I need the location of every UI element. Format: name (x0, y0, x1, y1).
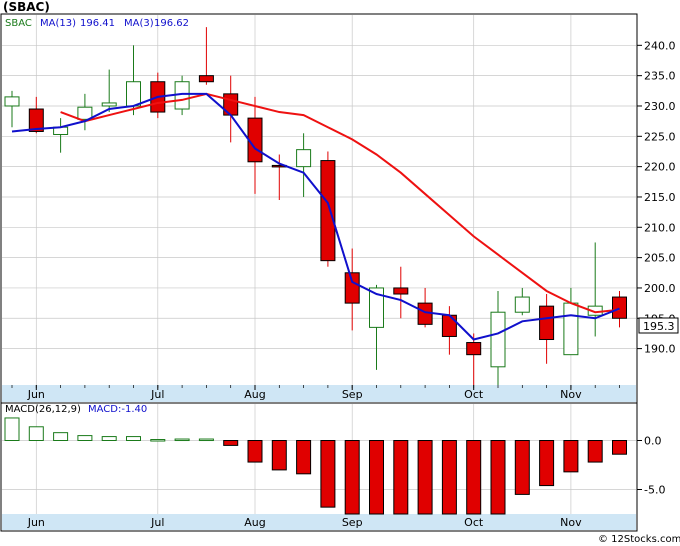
candle (320, 151, 336, 267)
candle-body (247, 117, 263, 163)
macd-ytick-label: -5.0 (644, 484, 665, 497)
macd-bar (53, 432, 69, 442)
price-ytick-label: 210.0 (644, 221, 676, 234)
candle-body (320, 160, 336, 262)
legend-ma13-label: MA(13) (40, 18, 76, 29)
legend-ma3-value: 196.62 (154, 18, 189, 29)
price-ytick-label: 235.0 (644, 70, 676, 83)
macd-bar (4, 417, 20, 441)
macd-bar (198, 438, 214, 442)
price-yaxis: 190.0195.0200.0205.0210.0215.0220.0225.0… (637, 39, 676, 356)
last-price-badge: 195.3 (643, 320, 675, 333)
candle-body (441, 314, 457, 337)
macd-bar (320, 440, 336, 508)
macd-xtick-label: Nov (560, 516, 582, 529)
legend-ma3-label: MA(3) (124, 18, 154, 29)
macd-xtick-label: Aug (244, 516, 265, 529)
price-ytick-label: 225.0 (644, 130, 676, 143)
candle-body (77, 106, 93, 120)
macd-bar (417, 440, 433, 515)
macd-bar (344, 440, 360, 515)
price-ytick-label: 215.0 (644, 191, 676, 204)
macd-yaxis: 0.0 -5.0 (637, 435, 665, 497)
macd-title: MACD(26,12,9) (5, 404, 81, 415)
candle-body (490, 311, 506, 368)
macd-xtick-label: Jul (150, 516, 164, 529)
candle-body (101, 102, 117, 107)
macd-bar (223, 440, 239, 446)
candle-body (344, 272, 360, 304)
macd-bar (101, 436, 117, 441)
candle-body (612, 296, 627, 319)
price-ytick-label: 230.0 (644, 100, 676, 113)
candle-body (563, 302, 579, 356)
macd-xtick-label: Sep (342, 516, 363, 529)
candle-body (539, 305, 555, 341)
candle-body (393, 287, 409, 295)
candle-body (466, 342, 482, 356)
macd-bar (296, 440, 312, 475)
macd-xtick-label: Jun (27, 516, 45, 529)
macd-xaxis-band (2, 514, 636, 530)
price-ytick-label: 240.0 (644, 39, 676, 52)
macd-bar (126, 436, 141, 441)
price-panel (0, 13, 638, 404)
macd-ytick-label: 0.0 (644, 435, 662, 448)
macd-value: MACD:-1.40 (88, 404, 147, 415)
price-xaxis-band (2, 385, 636, 402)
macd-bar (514, 440, 530, 495)
macd-bar (539, 440, 555, 487)
ticker-title: (SBAC) (3, 0, 50, 14)
macd-bar (393, 440, 409, 515)
macd-bar (271, 440, 287, 471)
macd-bar (612, 440, 627, 455)
macd-bar (369, 440, 384, 515)
price-xtick-label: Oct (464, 388, 484, 401)
macd-bar (150, 439, 166, 442)
price-xtick-label: Jun (27, 388, 45, 401)
macd-bar (441, 440, 457, 515)
macd-bar (587, 440, 603, 463)
price-xtick-label: Aug (244, 388, 265, 401)
candle-body (198, 75, 214, 83)
macd-bar (490, 440, 506, 515)
price-ytick-label: 220.0 (644, 161, 676, 174)
macd-bar (174, 438, 190, 442)
legend-ticker: SBAC (5, 18, 32, 29)
macd-bar (77, 435, 93, 442)
macd-xtick-label: Oct (464, 516, 484, 529)
candle-body (126, 81, 141, 107)
price-ytick-label: 200.0 (644, 282, 676, 295)
macd-bar (563, 440, 579, 473)
macd-bar (247, 440, 263, 463)
price-xtick-label: Nov (560, 388, 582, 401)
price-xtick-label: Jul (150, 388, 164, 401)
candle-body (4, 96, 20, 107)
candle-body (514, 296, 530, 313)
footer-copyright: © 12Stocks.com (598, 534, 680, 545)
legend-ma13-value: 196.41 (80, 18, 115, 29)
candle-body (296, 149, 312, 168)
price-ytick-label: 190.0 (644, 343, 676, 356)
price-xtick-label: Sep (342, 388, 363, 401)
price-ytick-label: 205.0 (644, 252, 676, 265)
stock-chart: JunJulAugSepOctNov 190.0195.0200.0205.02… (0, 0, 680, 545)
macd-bar (466, 440, 482, 515)
macd-bar (28, 426, 44, 441)
